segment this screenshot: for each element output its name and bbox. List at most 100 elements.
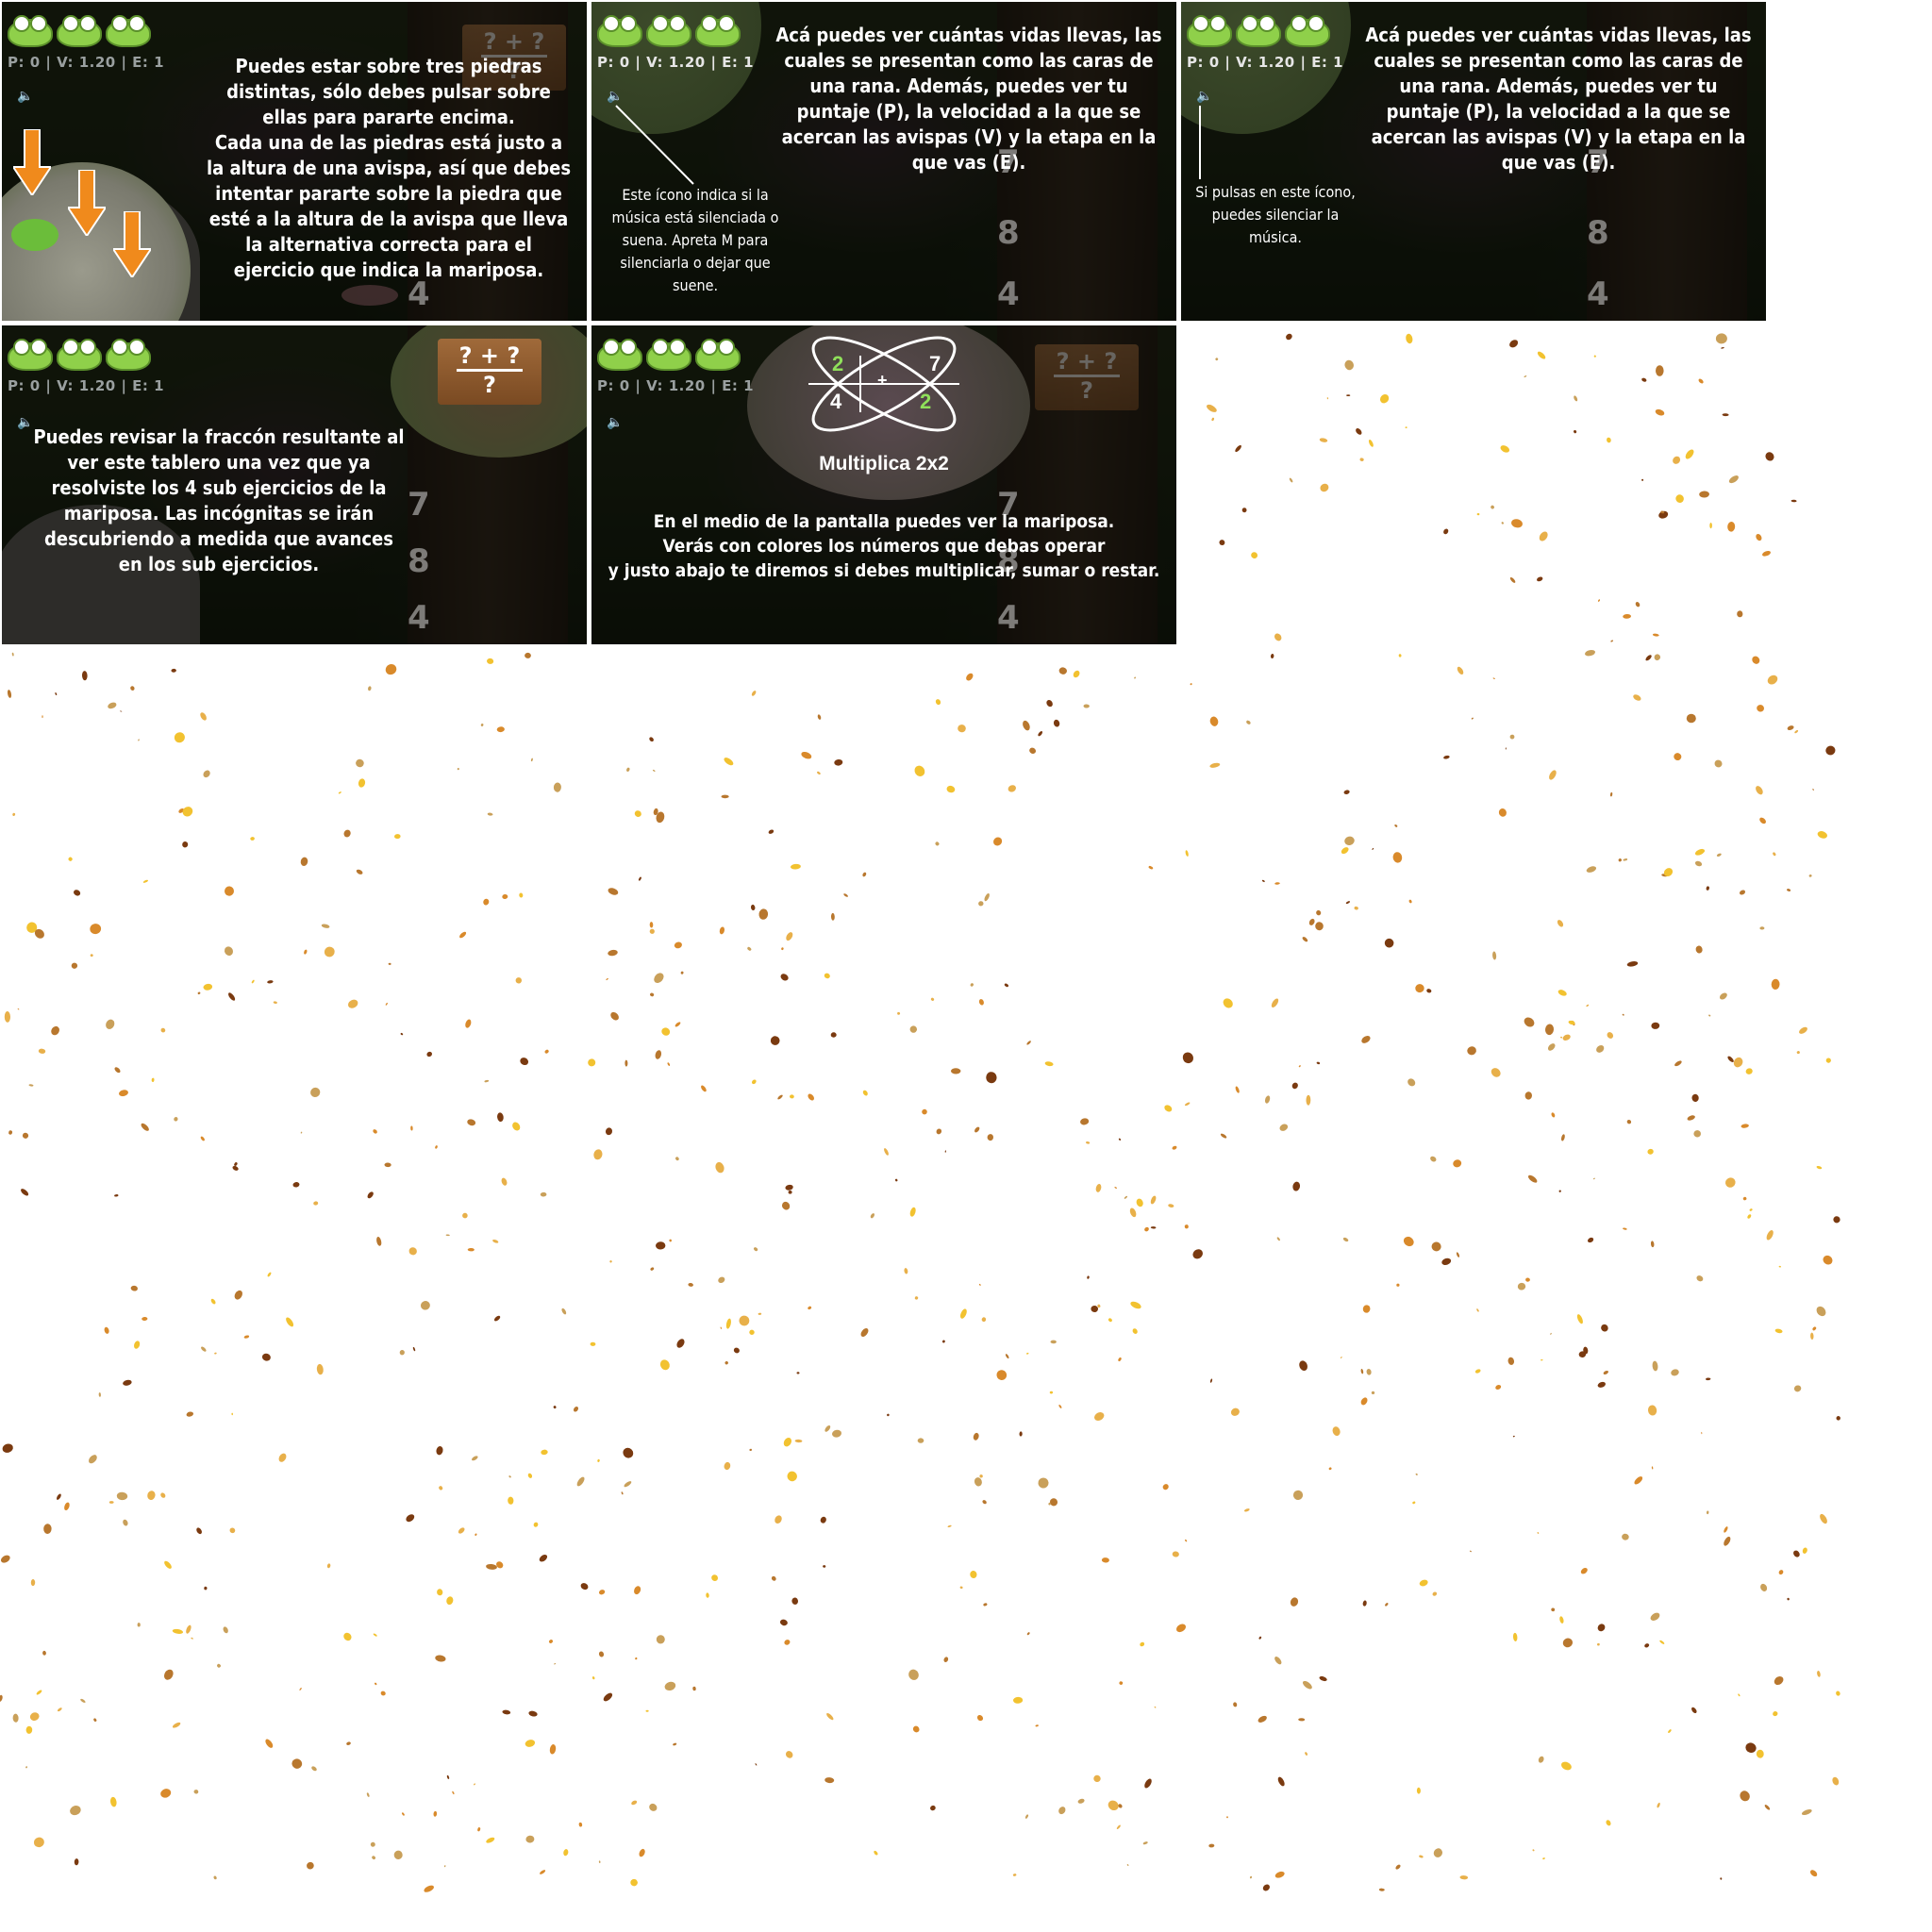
confetti-speck — [487, 812, 493, 816]
down-arrow-icon — [113, 211, 151, 277]
wasp-answer: 4 — [408, 599, 430, 637]
confetti-speck — [191, 1637, 193, 1640]
frog-face-icon — [8, 15, 53, 47]
confetti-speck — [578, 1822, 583, 1827]
confetti-speck — [958, 724, 966, 733]
confetti-speck — [1223, 998, 1233, 1008]
confetti-speck — [1328, 1467, 1332, 1471]
confetti-speck — [71, 962, 78, 969]
confetti-speck — [588, 1058, 596, 1067]
confetti-speck — [777, 1094, 783, 1100]
confetti-speck — [1140, 1641, 1145, 1647]
confetti-speck — [1836, 1690, 1840, 1696]
confetti-speck — [1542, 1857, 1545, 1860]
confetti-speck — [1185, 850, 1189, 857]
confetti-speck — [1274, 882, 1280, 885]
confetti-speck — [1752, 656, 1760, 664]
confetti-speck — [987, 1134, 994, 1141]
confetti-speck — [1740, 1124, 1749, 1128]
speaker-icon[interactable]: 🔈 — [17, 89, 33, 104]
confetti-speck — [680, 971, 684, 974]
confetti-speck — [0, 1555, 10, 1563]
confetti-speck — [108, 702, 117, 709]
confetti-speck — [1527, 1174, 1538, 1183]
confetti-speck — [1274, 1871, 1285, 1878]
confetti-speck — [1279, 1124, 1289, 1131]
confetti-speck — [1277, 1776, 1285, 1787]
confetti-speck — [311, 1766, 317, 1772]
fraction-board-bottom: ? — [457, 369, 523, 398]
confetti-speck — [106, 1019, 115, 1029]
confetti-speck — [1142, 1841, 1148, 1845]
confetti-speck — [1083, 704, 1090, 708]
confetti-speck — [1623, 613, 1631, 619]
confetti-speck — [1129, 1208, 1137, 1218]
confetti-speck — [630, 1878, 638, 1887]
confetti-speck — [1721, 347, 1724, 349]
confetti-speck — [1701, 1431, 1703, 1435]
confetti-speck — [1698, 378, 1704, 384]
confetti-speck — [982, 1500, 987, 1505]
confetti-speck — [307, 1861, 314, 1870]
confetti-speck — [1774, 1328, 1783, 1334]
confetti-speck — [1537, 1532, 1540, 1534]
confetti-speck — [770, 1036, 780, 1045]
confetti-speck — [385, 1002, 388, 1006]
confetti-speck — [786, 932, 793, 941]
confetti-speck — [316, 1363, 324, 1375]
confetti-speck — [412, 1346, 416, 1352]
confetti-speck — [1550, 1332, 1552, 1335]
confetti-speck — [1576, 1314, 1583, 1324]
confetti-speck — [1694, 860, 1703, 867]
tutorial-text: Puedes revisar la fraccón resultante al v… — [33, 425, 405, 575]
confetti-speck — [1790, 499, 1797, 503]
fraction-board-bottom: ? — [1054, 375, 1120, 404]
confetti-speck — [231, 1412, 234, 1416]
confetti-speck — [649, 1803, 658, 1811]
confetti-speck — [530, 758, 533, 762]
confetti-speck — [89, 1455, 97, 1464]
confetti-speck — [1108, 1800, 1119, 1811]
confetti-speck — [134, 1341, 141, 1349]
confetti-speck — [1126, 1864, 1129, 1866]
speaker-icon[interactable]: 🔈 — [607, 415, 623, 430]
confetti-speck — [356, 869, 363, 874]
confetti-speck — [1264, 1095, 1271, 1104]
confetti-speck — [608, 888, 619, 895]
confetti-speck — [123, 1379, 132, 1386]
confetti-speck — [904, 1268, 908, 1274]
confetti-speck — [110, 1796, 117, 1807]
confetti-speck — [1706, 1510, 1709, 1515]
confetti-speck — [1226, 1816, 1228, 1819]
confetti-speck — [243, 1335, 250, 1339]
confetti-speck — [1419, 1855, 1424, 1858]
confetti-speck — [1433, 1848, 1443, 1857]
confetti-speck — [605, 1127, 613, 1136]
confetti-speck — [1101, 1557, 1109, 1563]
confetti-speck — [974, 1126, 980, 1133]
confetti-speck — [1144, 1226, 1149, 1232]
confetti-speck — [664, 1681, 676, 1691]
confetti-speck — [749, 1329, 755, 1335]
confetti-speck — [410, 1125, 413, 1131]
confetti-speck — [1714, 759, 1723, 768]
confetti-speck — [232, 1165, 239, 1171]
confetti-speck — [984, 892, 990, 902]
confetti-speck — [1453, 1159, 1462, 1168]
confetti-speck — [1361, 1035, 1371, 1043]
confetti-speck — [1728, 475, 1739, 484]
confetti-speck — [561, 1307, 567, 1315]
confetti-speck — [1038, 1477, 1049, 1489]
confetti-speck — [862, 872, 867, 877]
confetti-speck — [1292, 1181, 1301, 1191]
confetti-speck — [750, 904, 756, 911]
frog-face-icon — [57, 339, 102, 371]
confetti-speck — [751, 691, 757, 696]
confetti-speck — [676, 1339, 685, 1348]
confetti-speck — [941, 1340, 945, 1343]
confetti-speck — [1647, 1405, 1657, 1416]
confetti-speck — [1415, 1473, 1418, 1475]
confetti-speck — [1457, 666, 1464, 675]
confetti-speck — [519, 892, 524, 898]
confetti-speck — [606, 977, 608, 981]
